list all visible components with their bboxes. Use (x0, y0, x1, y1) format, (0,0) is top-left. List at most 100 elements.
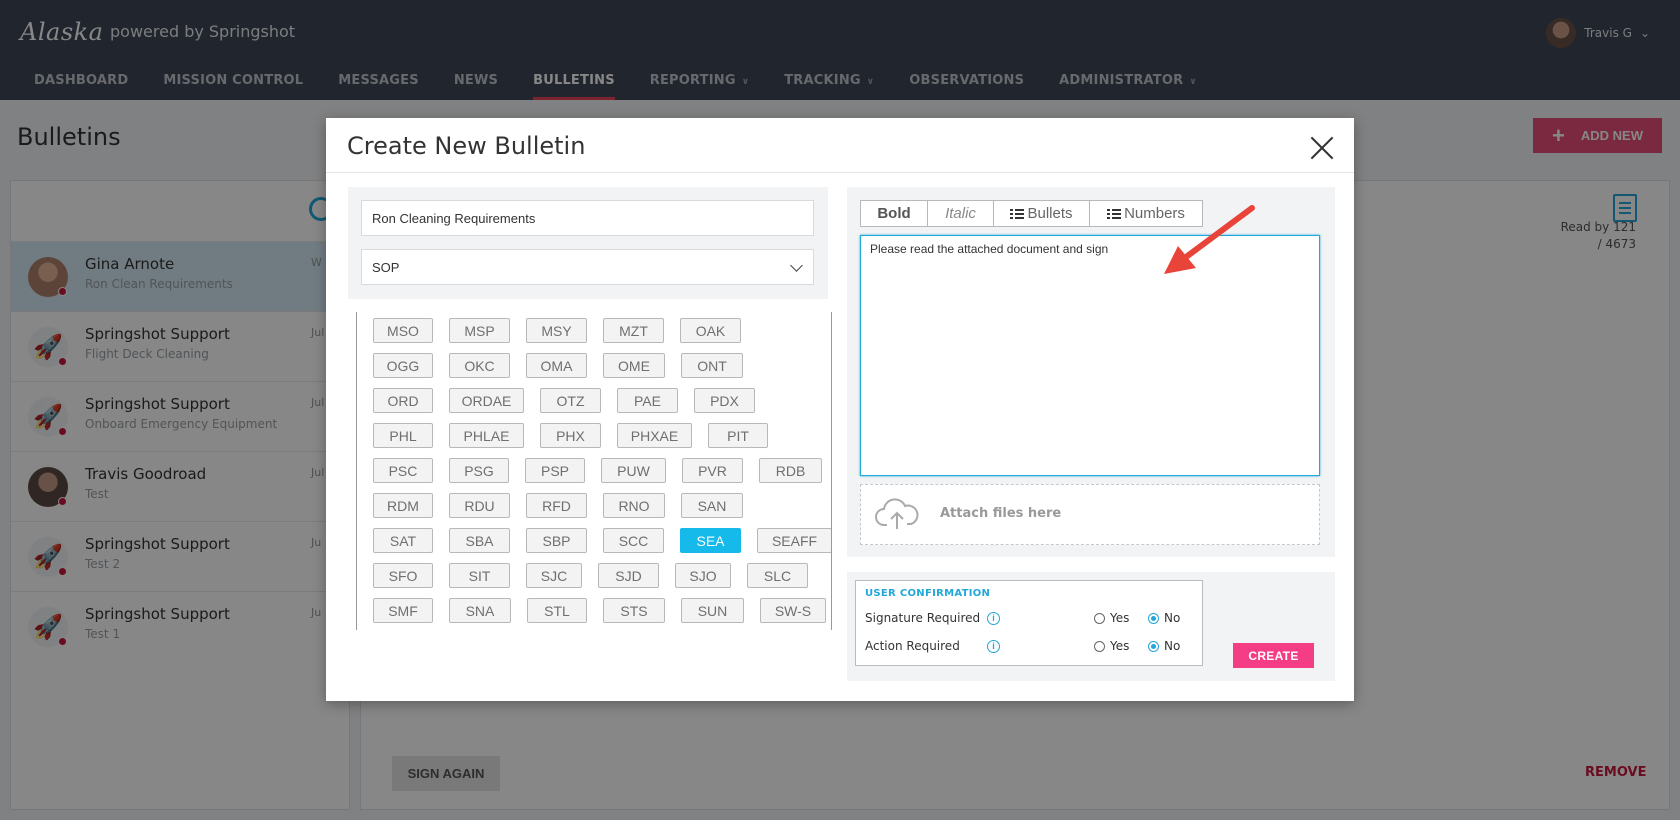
signature-yes-radio[interactable] (1094, 612, 1105, 624)
station-code-row: RDM RDU RFD RNO SAN (373, 493, 759, 518)
station-chip-phx[interactable]: PHX (540, 423, 601, 448)
station-chip-ont[interactable]: ONT (681, 353, 743, 378)
station-chip-ome[interactable]: OME (603, 353, 665, 378)
station-code-row: SFO SIT SJC SJD SJO SLC (373, 563, 824, 588)
signature-no-option[interactable]: No (1148, 611, 1180, 625)
create-button[interactable]: CREATE (1233, 643, 1314, 668)
action-yes-option[interactable]: Yes (1094, 639, 1129, 653)
station-chip-oma[interactable]: OMA (526, 353, 587, 378)
station-chip-sit[interactable]: SIT (449, 563, 510, 588)
station-chip-seaff[interactable]: SEAFF (757, 528, 831, 553)
station-chip-rno[interactable]: RNO (603, 493, 665, 518)
cloud-upload-icon (875, 498, 919, 529)
modal-header: Create New Bulletin (326, 118, 1354, 173)
station-chip-rfd[interactable]: RFD (526, 493, 587, 518)
action-no-option[interactable]: No (1148, 639, 1180, 653)
category-selected-value: SOP (372, 259, 400, 275)
station-chip-msp[interactable]: MSP (449, 318, 510, 343)
station-code-row: SMF SNA STL STS SUN SW-S (373, 598, 831, 623)
station-chip-sun[interactable]: SUN (681, 598, 744, 623)
no-label: No (1164, 639, 1181, 653)
station-chip-okc[interactable]: OKC (449, 353, 510, 378)
station-chip-psc[interactable]: PSC (373, 458, 433, 483)
category-select[interactable]: SOP (361, 249, 814, 285)
station-code-row: OGG OKC OMA OME ONT (373, 353, 759, 378)
station-chip-pvr[interactable]: PVR (682, 458, 743, 483)
station-chip-sba[interactable]: SBA (449, 528, 510, 553)
station-chip-psg[interactable]: PSG (449, 458, 509, 483)
station-code-row: PSC PSG PSP PUW PVR RDB (373, 458, 831, 483)
station-chip-phl[interactable]: PHL (373, 423, 433, 448)
modal-title: Create New Bulletin (347, 132, 586, 160)
station-chip-sjd[interactable]: SJD (598, 563, 659, 588)
station-chip-oak[interactable]: OAK (680, 318, 741, 343)
station-chip-rdb[interactable]: RDB (759, 458, 822, 483)
station-chip-psp[interactable]: PSP (525, 458, 585, 483)
station-chip-ordae[interactable]: ORDAE (449, 388, 524, 413)
station-chip-sat[interactable]: SAT (373, 528, 433, 553)
signature-required-row: Signature Required i Yes No (865, 609, 1195, 627)
station-chip-puw[interactable]: PUW (601, 458, 666, 483)
station-chip-rdm[interactable]: RDM (373, 493, 433, 518)
signature-yes-option[interactable]: Yes (1094, 611, 1129, 625)
station-chip-sw-s[interactable]: SW-S (760, 598, 826, 623)
station-code-row: MSO MSP MSY MZT OAK (373, 318, 757, 343)
station-chip-msy[interactable]: MSY (526, 318, 587, 343)
bold-button[interactable]: Bold (861, 201, 928, 226)
station-chip-sfo[interactable]: SFO (373, 563, 433, 588)
action-yes-radio[interactable] (1094, 640, 1105, 652)
italic-button[interactable]: Italic (928, 201, 994, 226)
annotation-arrow (1164, 205, 1255, 274)
yes-label: Yes (1110, 639, 1130, 653)
user-confirmation-title: USER CONFIRMATION (865, 588, 991, 599)
station-chip-pdx[interactable]: PDX (694, 388, 755, 413)
no-label: No (1164, 611, 1181, 625)
station-chip-phxae[interactable]: PHXAE (617, 423, 692, 448)
bulletin-meta-section: SOP (348, 187, 828, 299)
station-chip-slc[interactable]: SLC (747, 563, 808, 588)
station-code-list[interactable]: MSO MSP MSY MZT OAK OGG OKC OMA OME ONT ORD ORDAE OT… (356, 312, 831, 630)
bulletin-title-input[interactable] (361, 200, 814, 236)
station-chip-scc[interactable]: SCC (603, 528, 664, 553)
station-chip-pit[interactable]: PIT (708, 423, 768, 448)
action-required-label: Action Required (865, 639, 960, 653)
station-code-row: PHL PHLAE PHX PHXAE PIT (373, 423, 784, 448)
station-chip-pae[interactable]: PAE (617, 388, 678, 413)
station-code-row: ORD ORDAE OTZ PAE PDX (373, 388, 771, 413)
confirmation-section: USER CONFIRMATION Signature Required i Y… (847, 572, 1335, 681)
user-confirmation-box: USER CONFIRMATION Signature Required i Y… (855, 580, 1203, 666)
format-toolbar: Bold Italic Bullets Numbers (860, 200, 1203, 227)
action-required-row: Action Required i Yes No (865, 637, 1195, 655)
station-chip-otz[interactable]: OTZ (540, 388, 601, 413)
signature-required-label: Signature Required (865, 611, 981, 625)
station-chip-sna[interactable]: SNA (449, 598, 511, 623)
bullets-button[interactable]: Bullets (994, 201, 1090, 226)
bullets-label: Bullets (1027, 205, 1073, 222)
station-list-scrollbar[interactable] (831, 312, 832, 630)
close-icon[interactable] (1310, 136, 1334, 160)
station-chip-sea[interactable]: SEA (680, 528, 741, 553)
station-chip-mzt[interactable]: MZT (603, 318, 664, 343)
station-chip-smf[interactable]: SMF (373, 598, 433, 623)
station-chip-ogg[interactable]: OGG (373, 353, 433, 378)
station-code-row: SAT SBA SBP SCC SEA SEAFF (373, 528, 831, 553)
numbered-list-icon (1107, 208, 1122, 220)
info-icon[interactable]: i (987, 611, 1000, 625)
station-chip-phlae[interactable]: PHLAE (449, 423, 524, 448)
station-chip-sjc[interactable]: SJC (526, 563, 582, 588)
yes-label: Yes (1110, 611, 1130, 625)
bulleted-list-icon (1010, 208, 1025, 220)
station-chip-rdu[interactable]: RDU (449, 493, 510, 518)
signature-no-radio[interactable] (1148, 612, 1159, 624)
station-chip-sbp[interactable]: SBP (526, 528, 587, 553)
action-no-radio[interactable] (1148, 640, 1159, 652)
station-chip-sjo[interactable]: SJO (675, 563, 731, 588)
station-chip-san[interactable]: SAN (681, 493, 743, 518)
info-icon[interactable]: i (987, 639, 1000, 653)
station-chip-mso[interactable]: MSO (373, 318, 433, 343)
attach-files-label: Attach files here (940, 506, 1062, 521)
attach-files-dropzone[interactable]: Attach files here (860, 484, 1320, 545)
station-chip-sts[interactable]: STS (603, 598, 665, 623)
station-chip-stl[interactable]: STL (527, 598, 587, 623)
station-chip-ord[interactable]: ORD (373, 388, 433, 413)
